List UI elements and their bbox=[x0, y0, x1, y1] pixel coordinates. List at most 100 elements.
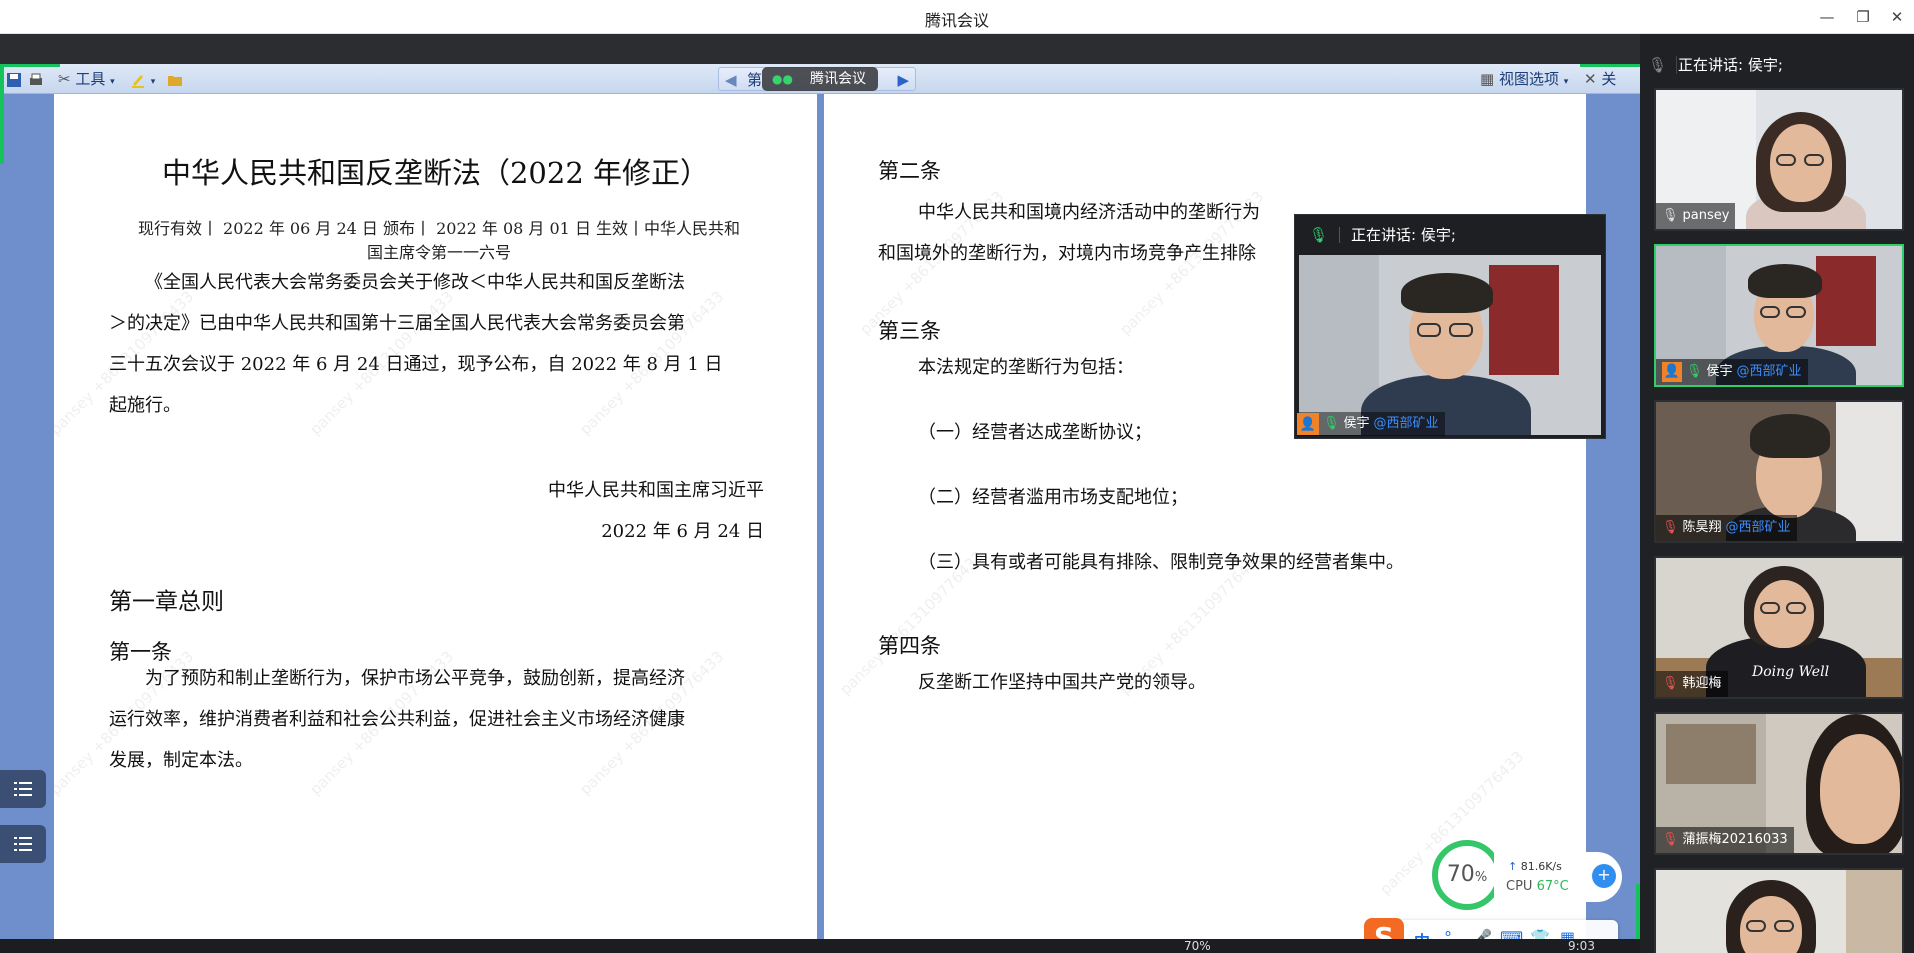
close-icon[interactable]: ✕ bbox=[1886, 6, 1908, 28]
participant-video bbox=[1656, 870, 1902, 953]
close-doc-button[interactable]: ✕ 关 bbox=[1584, 69, 1616, 89]
cpu-label: CPU bbox=[1506, 879, 1533, 894]
speaking-indicator: 🎙 正在讲话: 侯宇; bbox=[1640, 48, 1914, 82]
tools-menu[interactable]: ✂ 工具 ▾ bbox=[58, 69, 115, 89]
article3-item: （三）具有或者可能具有排除、限制竞争效果的经营者集中。 bbox=[918, 552, 1404, 573]
participant-tile[interactable]: 🎙 pansey bbox=[1654, 88, 1904, 231]
participant-name-tag: 🎙 陈昊翔 @西部矿业 bbox=[1656, 515, 1797, 541]
folder-icon[interactable] bbox=[167, 69, 183, 89]
speaker-video bbox=[1299, 255, 1601, 435]
memory-percent-unit: % bbox=[1474, 870, 1488, 885]
participant-org: @西部矿业 bbox=[1736, 364, 1802, 379]
participant-name: 蒲振梅20216033 bbox=[1682, 832, 1788, 847]
page-nav-label: 第 bbox=[747, 71, 763, 89]
participant-name: 侯宇 bbox=[1706, 364, 1733, 379]
share-border bbox=[0, 64, 60, 67]
article3-item: （二）经营者滥用市场支配地位； bbox=[918, 487, 1188, 508]
share-top-strip bbox=[0, 34, 1640, 64]
shared-screen: ✂ 工具 ▾ ▾ ◀ 第 ▶ ●● 腾讯会议 ▦ 视图选项 ▾ ✕ 关 pans… bbox=[0, 64, 1640, 953]
net-speed: 81.6K/s bbox=[1520, 860, 1562, 873]
speaking-label: 正在讲话: 侯宇; bbox=[1678, 56, 1783, 74]
shirt-text: Doing Well bbox=[1752, 664, 1830, 680]
mic-muted-icon: 🎙 bbox=[1662, 676, 1679, 691]
intro-line: 三十五次会议于 2022 年 6 月 24 日通过，现予公布，自 2022 年 … bbox=[109, 354, 723, 375]
intro-line: 起施行。 bbox=[109, 395, 181, 416]
list-icon bbox=[14, 782, 32, 796]
mic-icon: 🎙 bbox=[1309, 226, 1329, 244]
restore-icon[interactable]: ❐ bbox=[1852, 6, 1874, 28]
tools-label: 工具 bbox=[75, 70, 106, 88]
article2-line: 中华人民共和国境内经济活动中的垄断行为 bbox=[918, 202, 1260, 223]
participant-name-tag: 🎙 pansey bbox=[1656, 203, 1736, 229]
participant-tile[interactable] bbox=[1654, 868, 1904, 953]
view-options-button[interactable]: ▦ 视图选项 ▾ bbox=[1480, 69, 1568, 89]
signature-date: 2022 年 6 月 24 日 bbox=[601, 521, 764, 542]
intro-line: 《全国人民代表大会常务委员会关于修改＜中华人民共和国反垄断法 bbox=[145, 272, 685, 293]
memory-percent: 70 bbox=[1446, 862, 1475, 887]
article-heading: 第二条 bbox=[878, 159, 941, 183]
article-heading: 第三条 bbox=[878, 319, 941, 343]
mic-muted-icon: 🎙 bbox=[1662, 832, 1679, 847]
host-icon: 👤 bbox=[1297, 413, 1319, 435]
article3-intro: 本法规定的垄断行为包括： bbox=[918, 357, 1134, 378]
clock: 9:03 bbox=[1568, 939, 1595, 953]
highlighter-icon[interactable]: ▾ bbox=[130, 69, 155, 89]
share-border bbox=[1580, 64, 1640, 67]
participant-tile[interactable]: Doing Well 🎙 韩迎梅 bbox=[1654, 556, 1904, 699]
host-icon: 👤 bbox=[1662, 362, 1682, 382]
speaker-org: @西部矿业 bbox=[1373, 416, 1439, 431]
next-page-icon[interactable]: ▶ bbox=[897, 70, 909, 90]
meeting-badge-label: 腾讯会议 bbox=[810, 71, 866, 87]
mic-icon: 🎙 bbox=[1662, 208, 1679, 223]
participant-tile[interactable]: 🎙 陈昊翔 @西部矿业 bbox=[1654, 400, 1904, 543]
cpu-temp: 67°C bbox=[1536, 879, 1569, 894]
speaker-name: 侯宇 bbox=[1343, 416, 1370, 431]
intro-paragraph: 《全国人民代表大会常务委员会关于修改＜中华人民共和国反垄断法 ＞的决定》已由中华… bbox=[109, 262, 723, 426]
article4-text: 反垄断工作坚持中国共产党的领导。 bbox=[918, 672, 1206, 693]
mic-muted-icon: 🎙 bbox=[1662, 520, 1679, 535]
participant-org: @西部矿业 bbox=[1725, 520, 1791, 535]
speaker-floating-window[interactable]: 🎙 正在讲话: 侯宇; 👤 🎙 侯宇 @西部矿业 bbox=[1294, 214, 1606, 439]
article-heading: 第四条 bbox=[878, 634, 941, 658]
speaker-name-tag: 👤 🎙 侯宇 @西部矿业 bbox=[1297, 412, 1445, 436]
tools-icon: ✂ bbox=[58, 70, 71, 88]
document-page-left: pansey +8613109776433 pansey +8613109776… bbox=[54, 94, 817, 953]
minimize-icon[interactable]: — bbox=[1816, 6, 1838, 28]
participant-tile[interactable]: 👤 🎙 侯宇 @西部矿业 bbox=[1654, 244, 1904, 387]
participants-panel: 🎙 正在讲话: 侯宇; 🎙 pansey 👤 🎙 侯宇 @西部矿业 🎙 陈昊翔 … bbox=[1640, 34, 1914, 953]
monitor-stats: ↑ 81.6K/s CPU 67°C + bbox=[1494, 852, 1622, 902]
view-options-label: 视图选项 bbox=[1498, 70, 1559, 88]
article3-item: （一）经营者达成垄断协议； bbox=[918, 422, 1152, 443]
close-doc-label: 关 bbox=[1601, 70, 1617, 88]
law-meta-line: 现行有效丨 2022 年 06 月 24 日 颁布丨 2022 年 08 月 0… bbox=[137, 219, 741, 238]
participant-name: 陈昊翔 bbox=[1682, 520, 1722, 535]
memory-gauge: 70% bbox=[1432, 840, 1502, 910]
system-monitor-widget[interactable]: 70% ↑ 81.6K/s CPU 67°C + bbox=[1432, 840, 1628, 910]
view-options-icon: ▦ bbox=[1480, 70, 1495, 88]
save-icon[interactable] bbox=[6, 69, 22, 89]
participant-name-tag: 🎙 蒲振梅20216033 bbox=[1656, 827, 1794, 853]
prev-page-icon[interactable]: ◀ bbox=[725, 70, 737, 90]
boost-icon[interactable]: + bbox=[1592, 864, 1616, 888]
law-meta: 现行有效丨 2022 年 06 月 24 日 颁布丨 2022 年 08 月 0… bbox=[109, 217, 769, 265]
print-icon[interactable] bbox=[28, 69, 44, 89]
zoom-indicator: 70% bbox=[1184, 939, 1211, 953]
participant-name-tag: 👤 🎙 侯宇 @西部矿业 bbox=[1656, 359, 1808, 385]
close-doc-icon: ✕ bbox=[1584, 70, 1597, 88]
participant-name: pansey bbox=[1682, 208, 1730, 223]
article2-line: 和国境外的垄断行为，对境内市场竞争产生排除 bbox=[878, 243, 1256, 264]
document-toolbar: ✂ 工具 ▾ ▾ ◀ 第 ▶ ●● 腾讯会议 ▦ 视图选项 ▾ ✕ 关 bbox=[0, 64, 1640, 94]
upload-icon: ↑ bbox=[1508, 860, 1518, 873]
window-title: 腾讯会议 bbox=[924, 11, 989, 30]
chapter-heading: 第一章总则 bbox=[109, 589, 224, 615]
signature: 中华人民共和国主席习近平 bbox=[548, 480, 764, 501]
participant-tile[interactable]: 🎙 蒲振梅20216033 bbox=[1654, 712, 1904, 855]
outline-toggle-button[interactable] bbox=[0, 770, 46, 808]
article2-paragraph: 中华人民共和国境内经济活动中的垄断行为 和国境外的垄断行为，对境内市场竞争产生排… bbox=[878, 192, 1260, 274]
meeting-network-badge[interactable]: ●● 腾讯会议 bbox=[762, 67, 878, 91]
share-border bbox=[0, 64, 4, 164]
list-icon bbox=[14, 837, 32, 851]
signal-icon: ●● bbox=[772, 72, 793, 86]
article1-paragraph: 为了预防和制止垄断行为，保护市场公平竞争，鼓励创新，提高经济 运行效率，维护消费… bbox=[109, 658, 685, 781]
outline-toggle-button[interactable] bbox=[0, 825, 46, 863]
